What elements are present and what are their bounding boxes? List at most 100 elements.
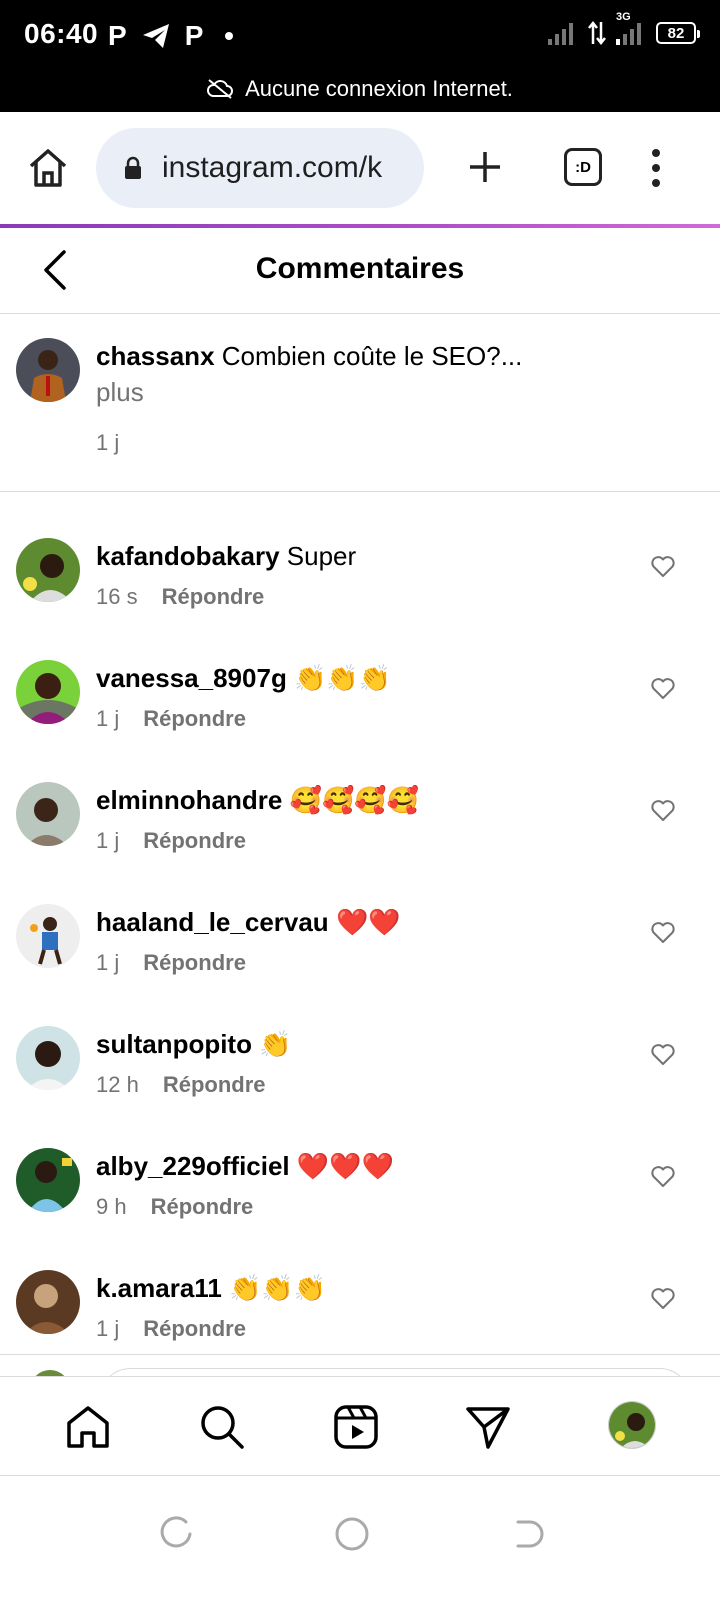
comment-text: 👏 [259, 1029, 292, 1059]
comment-item: sultanpopito 👏 12 h Répondre [0, 1026, 720, 1150]
status-bar: 06:40 P P 3G 82 Aucune connexion Interne… [0, 0, 720, 112]
reply-button[interactable]: Répondre [143, 1316, 246, 1342]
comment-list[interactable]: kafandobakary Super 16 s Répondre vaness… [0, 492, 720, 1354]
comments-header: Commentaires [0, 228, 720, 314]
comment-username[interactable]: kafandobakary [96, 541, 280, 571]
like-heart-icon[interactable] [650, 554, 676, 580]
reels-icon[interactable] [332, 1403, 380, 1451]
comment-text-line: sultanpopito 👏 [96, 1026, 292, 1062]
signal-icon [548, 21, 578, 45]
network-type: 3G [616, 11, 631, 23]
avatar[interactable] [16, 660, 80, 724]
comment-item: haaland_le_cervau ❤️❤️ 1 j Répondre [0, 904, 720, 1028]
app-p-icon-2: P [184, 20, 204, 51]
comment-username[interactable]: sultanpopito [96, 1029, 252, 1059]
comment-text-line: elminnohandre 🥰🥰🥰🥰 [96, 782, 419, 818]
address-bar[interactable]: instagram.com/k [96, 128, 424, 208]
divider [0, 1354, 720, 1355]
clock: 06:40 [24, 18, 99, 49]
comment-username[interactable]: elminnohandre [96, 785, 282, 815]
browser-home-icon[interactable] [26, 146, 70, 190]
battery-icon: 82 [656, 22, 700, 44]
comment-text: Super [286, 541, 357, 571]
new-tab-icon[interactable] [466, 148, 504, 186]
post-caption: chassanx Combien coûte le SEO?... plus 1… [0, 314, 720, 492]
comment-item: alby_229officiel ❤️❤️❤️ 9 h Répondre [0, 1148, 720, 1272]
reply-button[interactable]: Répondre [143, 706, 246, 732]
reply-button[interactable]: Répondre [151, 1194, 254, 1220]
caption-text: Combien coûte le SEO?... [221, 341, 523, 371]
comment-text-line: haaland_le_cervau ❤️❤️ [96, 904, 401, 940]
comment-time: 1 j [96, 1316, 120, 1341]
comment-username[interactable]: k.amara11 [96, 1273, 222, 1303]
caption-more-link[interactable]: plus [96, 374, 522, 410]
app-p-icon: P [108, 20, 127, 51]
cloud-off-icon [207, 79, 233, 99]
search-icon[interactable] [198, 1403, 246, 1451]
like-heart-icon[interactable] [650, 1042, 676, 1068]
reply-button[interactable]: Répondre [162, 584, 265, 610]
avatar[interactable] [16, 1148, 80, 1212]
home-button-icon[interactable] [334, 1516, 370, 1552]
connection-notice-text: Aucune connexion Internet. [245, 76, 513, 101]
like-heart-icon[interactable] [650, 676, 676, 702]
comment-item: elminnohandre 🥰🥰🥰🥰 1 j Répondre [0, 782, 720, 906]
page-title: Commentaires [255, 252, 465, 285]
profile-avatar[interactable] [608, 1401, 656, 1449]
comment-time: 9 h [96, 1194, 127, 1219]
direct-messages-icon[interactable] [464, 1403, 512, 1451]
more-notifications-dot [225, 32, 234, 40]
comment-text: ❤️❤️❤️ [296, 1151, 395, 1181]
comment-username[interactable]: alby_229officiel [96, 1151, 290, 1181]
caption-username[interactable]: chassanx [96, 341, 215, 371]
comment-meta: 16 s Répondre [96, 584, 264, 610]
comment-text: 👏👏👏 [294, 663, 392, 693]
avatar[interactable] [16, 1270, 80, 1334]
avatar[interactable] [16, 904, 80, 968]
caption-text-block: chassanx Combien coûte le SEO?... plus [96, 338, 522, 410]
url-text[interactable]: instagram.com/k [162, 151, 382, 185]
comment-time: 12 h [96, 1072, 139, 1097]
notification-icons: P P [108, 18, 234, 54]
like-heart-icon[interactable] [650, 1164, 676, 1190]
connection-notice: Aucune connexion Internet. [0, 76, 720, 102]
avatar[interactable] [16, 782, 80, 846]
caption-time: 1 j [96, 430, 120, 455]
like-heart-icon[interactable] [650, 1286, 676, 1312]
like-heart-icon[interactable] [650, 920, 676, 946]
avatar[interactable] [16, 538, 80, 602]
back-icon[interactable] [510, 1516, 546, 1552]
comment-meta: 1 j Répondre [96, 706, 246, 732]
comment-item: k.amara11 👏👏👏 1 j Répondre [0, 1270, 720, 1354]
comment-text: 👏👏👏 [229, 1273, 327, 1303]
like-heart-icon[interactable] [650, 798, 676, 824]
comment-item: vanessa_8907g 👏👏👏 1 j Répondre [0, 660, 720, 784]
comment-time: 1 j [96, 828, 120, 853]
comment-text-line: alby_229officiel ❤️❤️❤️ [96, 1148, 394, 1184]
comment-meta: 1 j Répondre [96, 950, 246, 976]
comment-username[interactable]: haaland_le_cervau [96, 907, 329, 937]
reply-button[interactable]: Répondre [163, 1072, 266, 1098]
lock-icon[interactable] [124, 156, 142, 180]
comment-time: 1 j [96, 706, 120, 731]
comment-text-line: vanessa_8907g 👏👏👏 [96, 660, 391, 696]
reply-button[interactable]: Répondre [143, 828, 246, 854]
telegram-icon [141, 22, 171, 50]
data-transfer-icon [588, 20, 606, 46]
comment-meta: 1 j Répondre [96, 828, 246, 854]
home-icon[interactable] [64, 1403, 112, 1451]
avatar[interactable] [16, 338, 80, 402]
comment-username[interactable]: vanessa_8907g [96, 663, 287, 693]
more-options-icon[interactable] [650, 148, 662, 188]
recents-icon[interactable] [158, 1516, 194, 1552]
comment-time: 1 j [96, 950, 120, 975]
comment-text: 🥰🥰🥰🥰 [289, 785, 420, 815]
signal-3g-icon: 3G [616, 11, 646, 45]
reply-button[interactable]: Répondre [143, 950, 246, 976]
tab-switcher-button[interactable]: :D [564, 148, 602, 186]
comment-text-line: kafandobakary Super [96, 538, 356, 574]
avatar[interactable] [16, 1026, 80, 1090]
bottom-navigation [0, 1376, 720, 1476]
status-right: 3G 82 [548, 11, 700, 46]
comment-meta: 9 h Répondre [96, 1194, 253, 1220]
